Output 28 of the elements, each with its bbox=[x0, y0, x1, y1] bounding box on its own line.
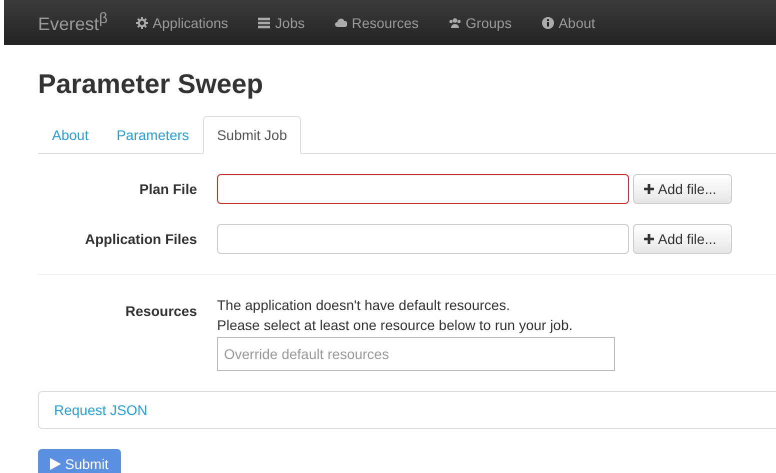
field-label: Resources bbox=[124, 302, 197, 321]
request-json-link[interactable]: Request JSON bbox=[54, 402, 148, 418]
nav-link[interactable]: About bbox=[542, 14, 596, 30]
play-icon bbox=[50, 458, 61, 470]
nav-link[interactable]: Resources bbox=[334, 14, 419, 30]
field-label: Application Files bbox=[84, 231, 197, 247]
plus-icon bbox=[644, 184, 654, 194]
users-icon bbox=[448, 16, 461, 28]
cloud-icon bbox=[334, 16, 347, 28]
gear-icon bbox=[136, 16, 148, 28]
help-text: Please select at least one resource below to run your job. bbox=[217, 316, 574, 335]
add-file-button[interactable]: Add file... bbox=[633, 174, 732, 204]
nav-link[interactable]: Applications bbox=[136, 14, 228, 30]
info-icon bbox=[542, 16, 554, 28]
list-icon bbox=[258, 16, 270, 28]
add-file-button[interactable]: Add file... bbox=[633, 224, 732, 254]
page-title: Parameter Sweep bbox=[38, 69, 264, 100]
help-text: The application doesn't have default resources. bbox=[217, 296, 511, 315]
tab[interactable]: Submit Job bbox=[202, 116, 301, 154]
field-label: Plan File bbox=[138, 181, 197, 197]
tab[interactable]: Parameters bbox=[102, 116, 203, 154]
nav-link[interactable]: Groups bbox=[448, 14, 512, 30]
tab[interactable]: About bbox=[38, 116, 103, 154]
file-field[interactable] bbox=[217, 174, 629, 204]
brand-logo[interactable]: Everest$^{β}$ bbox=[38, 10, 108, 35]
resources-field[interactable]: Override default resources bbox=[217, 337, 615, 371]
nav-link[interactable]: Jobs bbox=[258, 14, 305, 30]
plus-icon bbox=[644, 234, 654, 244]
